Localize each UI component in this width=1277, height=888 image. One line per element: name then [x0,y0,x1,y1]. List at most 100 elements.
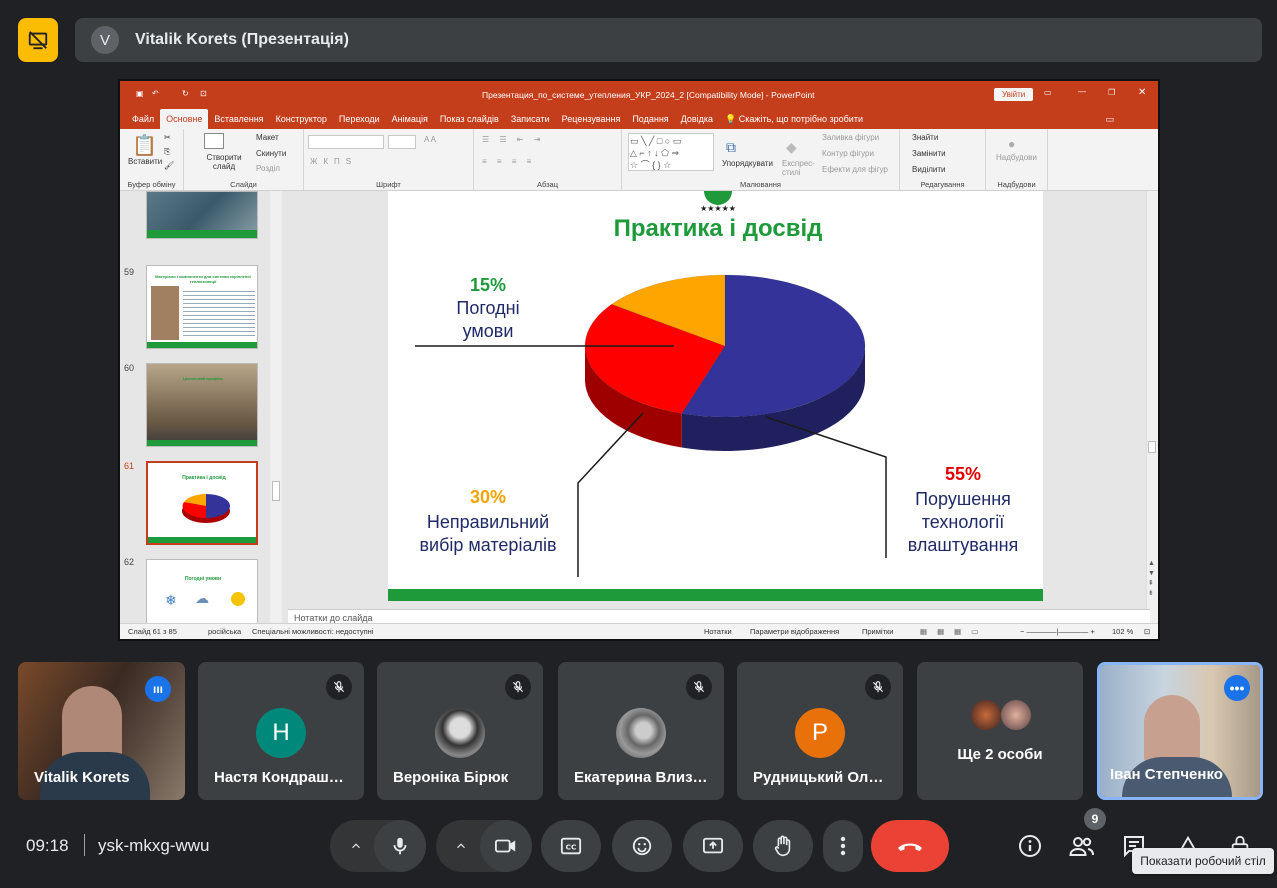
language-status[interactable]: російська [208,627,241,636]
start-slideshow-icon[interactable]: ⊡ [200,89,207,98]
tab-animations[interactable]: Анімація [386,109,434,129]
end-call-button[interactable] [871,820,949,872]
shape-outline-button[interactable]: Контур фігури [822,149,874,158]
shape-fill-button[interactable]: Заливка фігури [822,133,879,142]
new-slide-icon[interactable] [204,133,224,149]
save-icon[interactable]: ▣ [136,89,144,98]
clipboard-group-label: Буфер обміну [127,180,176,189]
quick-styles-button[interactable]: Експрес-стилі [782,159,818,177]
font-name-field[interactable] [308,135,384,149]
current-slide[interactable]: ★★★★★ Практика і досвід 15% Погодні умов… [388,191,1043,601]
participant-name: Вероніка Бірюк [393,769,509,786]
comments-toggle[interactable]: Примітки [862,627,893,636]
ppt-ribbon-tabs: Файл Основне Вставлення Конструктор Пере… [120,109,1158,129]
tab-help[interactable]: Довідка [675,109,719,129]
camera-button[interactable] [480,820,532,872]
find-button[interactable]: Знайти [912,133,938,142]
participant-tile-more[interactable]: Ще 2 особи [917,662,1083,800]
logo-emblem: ★★★★★ [700,191,736,213]
slide-thumbnail-61[interactable]: Практика і досвід [146,461,258,545]
list-icons[interactable]: ☰ ☰ ⇤ ⇥ [482,135,544,144]
section-button[interactable]: Розділ [256,164,280,173]
view-settings-button[interactable]: Параметри відображення [750,627,839,636]
tab-review[interactable]: Рецензування [556,109,627,129]
reset-button[interactable]: Скинути [256,149,286,158]
paste-button[interactable]: Вставити [128,157,162,166]
raise-hand-button[interactable] [753,820,813,872]
participant-tile-rudnytskyi[interactable]: Р Рудницький Ол… [737,662,903,800]
minimize-icon[interactable]: — [1078,87,1086,96]
microphone-button[interactable] [374,820,426,872]
meeting-details-button[interactable] [1010,826,1050,866]
comments-icon[interactable]: ▭ [1099,109,1120,129]
participant-tile-ivan[interactable]: ••• Іван Степченко [1097,662,1263,800]
paste-icon[interactable]: 📋 [132,133,157,158]
align-icons[interactable]: ≡ ≡ ≡ ≡ [482,157,535,166]
copy-icon[interactable]: ⎘ [164,147,170,157]
participant-tile-vitalik[interactable]: ııı Vitalik Korets [18,662,185,800]
ribbon-display-icon[interactable]: ▭ [1044,88,1052,97]
captions-button[interactable]: CC [541,820,601,872]
view-mode-icons[interactable]: ▦▦▦▭ [920,627,988,636]
maximize-icon[interactable]: ❐ [1108,88,1115,97]
meeting-code: ysk-mkxg-wwu [98,836,210,855]
arrange-icon[interactable]: ⧉ [726,139,736,156]
tab-insert[interactable]: Вставлення [208,109,269,129]
video-options-chevron-icon[interactable] [441,826,481,866]
redo-icon[interactable]: ↻ [182,89,189,98]
addins-icon[interactable]: ● [1008,137,1015,151]
zoom-slider[interactable]: − ————|———— + [1020,627,1095,636]
layout-button[interactable]: Макет [256,133,279,142]
audio-options-chevron-icon[interactable] [336,826,376,866]
close-icon[interactable]: ✕ [1138,87,1146,98]
editing-group-label: Редагування [920,180,965,189]
slide-thumbnail-62[interactable]: Погодні умови ❄ ☁ [146,559,258,629]
people-icon [1069,837,1094,856]
shape-effects-button[interactable]: Ефекти для фігур [822,165,888,174]
tab-file[interactable]: Файл [126,109,160,129]
zoom-level[interactable]: 102 % [1112,627,1133,636]
slide-thumbnail-60[interactable]: Цокольний профіль [146,363,258,447]
tab-home[interactable]: Основне [160,109,209,129]
avatar [1001,700,1031,730]
select-button[interactable]: Виділити [912,165,946,174]
present-screen-button[interactable] [683,820,743,872]
slide-scrollbar[interactable]: ▲ ▼ ⇞ ⇟ [1146,191,1158,627]
font-size-field[interactable] [388,135,416,149]
signin-button[interactable]: Увійти [994,88,1034,101]
cut-icon[interactable]: ✂ [164,133,171,142]
quick-styles-icon[interactable]: ◆ [786,139,797,156]
tab-record[interactable]: Записати [505,109,556,129]
font-size-adjust-icons[interactable]: A A [424,135,436,144]
tab-view[interactable]: Подання [626,109,674,129]
font-format-icons[interactable]: ЖКПS [310,157,357,166]
replace-button[interactable]: Замінити [912,149,946,158]
stop-presenting-button[interactable] [18,18,58,62]
participant-tile-veronika[interactable]: Вероніка Бірюк [377,662,543,800]
shapes-gallery[interactable]: ▭ ╲ ╱ □ ○ ▭ △ ⌐ ↑ ↓ ⬠ ⇒ ☆ ⌒ { } ☆ [628,133,714,171]
slide-thumbnail-58[interactable] [146,191,258,239]
undo-icon[interactable]: ↶ [152,89,159,98]
participant-tile-nastya[interactable]: Н Настя Кондраш… [198,662,364,800]
tab-slideshow[interactable]: Показ слайдів [434,109,505,129]
more-participants-label: Ще 2 особи [957,746,1043,763]
page-nav-icons[interactable]: ▲ ▼ ⇞ ⇟ [1148,559,1155,599]
format-painter-icon[interactable]: 🖌 [164,161,174,170]
participant-name: Іван Степченко [1110,766,1223,783]
thumbnails-scrollbar[interactable] [270,191,282,627]
tell-me-search[interactable]: 💡 Скажіть, що потрібно зробити [719,109,869,129]
fit-slide-icon[interactable]: ⊡ [1144,627,1150,636]
arrange-button[interactable]: Упорядкувати [722,159,773,168]
participant-tile-ekaterina[interactable]: Екатерина Влиз… [558,662,724,800]
addins-button[interactable]: Надбудови [996,153,1037,162]
people-button[interactable] [1062,826,1102,866]
tab-transitions[interactable]: Переходи [333,109,386,129]
tab-design[interactable]: Конструктор [270,109,333,129]
accessibility-status[interactable]: Спеціальні можливості: недоступні [252,627,373,636]
notes-toggle[interactable]: Нотатки [704,627,732,636]
more-options-icon[interactable]: ••• [1224,675,1250,701]
slide-thumbnail-59[interactable]: Матеріали і компоненти для системи скріп… [146,265,258,349]
more-options-button[interactable] [823,820,863,872]
reactions-button[interactable] [612,820,672,872]
new-slide-button[interactable]: Створити слайд [204,153,244,171]
